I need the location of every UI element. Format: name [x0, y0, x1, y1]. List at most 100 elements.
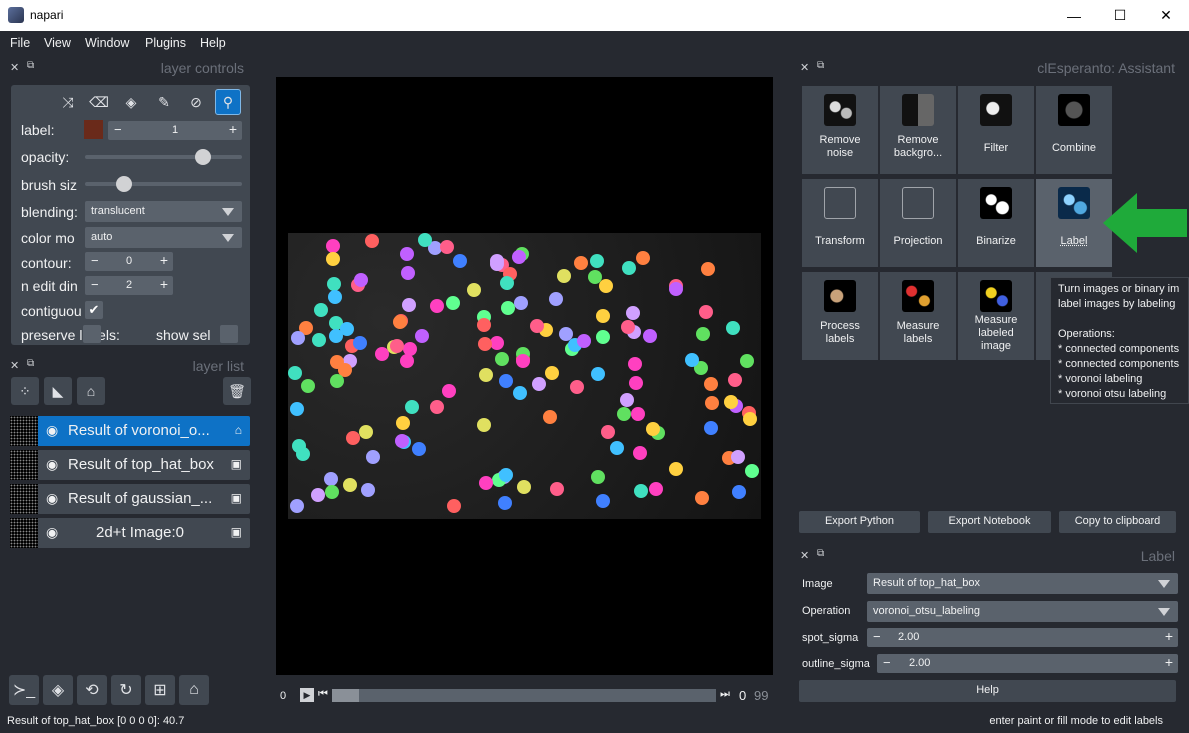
export-python-button[interactable]: Export Python	[799, 511, 920, 533]
close-dock-icon[interactable]: ✕	[800, 61, 809, 74]
layer-row-image[interactable]: ◉ 2d+t Image:0 ▣	[10, 518, 250, 548]
label-spot	[301, 379, 316, 394]
brush-size-slider[interactable]	[85, 176, 242, 192]
menu-plugins[interactable]: Plugins	[145, 36, 186, 50]
close-dock-icon[interactable]: ✕	[800, 549, 809, 562]
console-button[interactable]: ≻_	[9, 675, 39, 705]
new-points-layer-button[interactable]: ⁘	[11, 377, 39, 405]
brush-size-slider-handle[interactable]	[116, 176, 133, 192]
increment-icon[interactable]: +	[1165, 654, 1173, 670]
spot-sigma-spinbox[interactable]: − 2.00 +	[867, 628, 1178, 647]
contour-spinbox[interactable]: − 0 +	[85, 252, 173, 271]
eye-icon[interactable]: ◉	[46, 422, 58, 439]
new-labels-layer-button[interactable]: ⌂	[77, 377, 105, 405]
operation-select[interactable]: voronoi_otsu_labeling	[867, 601, 1178, 622]
close-dock-icon[interactable]: ✕	[10, 359, 19, 372]
increment-icon[interactable]: +	[1165, 628, 1173, 644]
roll-dims-button[interactable]: ⟲	[77, 675, 107, 705]
assistant-measure-labeled-image-button[interactable]: Measure labeled image	[958, 272, 1034, 360]
assistant-projection-button[interactable]: Projection	[880, 179, 956, 267]
float-dock-icon[interactable]: ⧉	[27, 60, 34, 71]
menu-view[interactable]: View	[44, 36, 71, 50]
preserve-labels-checkbox[interactable]	[83, 325, 101, 343]
eye-icon[interactable]: ◉	[46, 456, 58, 473]
assistant-binarize-button[interactable]: Binarize	[958, 179, 1034, 267]
pan-zoom-icon[interactable]: ⚲	[215, 89, 241, 115]
assistant-remove-backgro-button[interactable]: Remove backgro...	[880, 86, 956, 174]
new-shapes-layer-button[interactable]: ◣	[44, 377, 72, 405]
color-picker-icon[interactable]: ⊘	[183, 89, 209, 115]
layer-row-gaussian[interactable]: ◉ Result of gaussian_... ▣	[10, 484, 250, 514]
assistant-label-button[interactable]: Label	[1036, 179, 1112, 267]
assistant-button-label: Label	[1038, 235, 1110, 248]
opacity-slider[interactable]	[85, 149, 242, 165]
transpose-dims-button[interactable]: ↻	[111, 675, 141, 705]
menu-help[interactable]: Help	[200, 36, 226, 50]
grid-view-button[interactable]: ⊞	[145, 675, 175, 705]
image-select[interactable]: Result of top_hat_box	[867, 573, 1178, 594]
paint-brush-icon[interactable]: ✎	[151, 89, 177, 115]
toggle-ndisplay-button[interactable]: ◈	[43, 675, 73, 705]
close-dock-icon[interactable]: ✕	[10, 61, 19, 74]
float-dock-icon[interactable]: ⧉	[817, 60, 824, 71]
label-spot	[330, 354, 344, 369]
step-end-icon[interactable]: ⏭	[720, 688, 730, 701]
step-start-icon[interactable]: ⏮	[318, 688, 328, 701]
decrement-icon[interactable]: −	[873, 629, 881, 644]
frame-slider-handle[interactable]	[332, 689, 359, 702]
dock-title: layer list	[192, 358, 244, 374]
blending-select[interactable]: translucent	[85, 201, 242, 222]
contiguous-checkbox[interactable]: ✔	[85, 301, 103, 319]
layer-row-top-hat[interactable]: ◉ Result of top_hat_box ▣	[10, 450, 250, 480]
label-spinbox[interactable]: − 1 +	[108, 121, 242, 140]
delete-layer-button[interactable]: 🗑	[223, 377, 251, 405]
outline-sigma-spinbox[interactable]: − 2.00 +	[877, 654, 1178, 673]
spot-sigma-label: spot_sigma	[802, 632, 859, 644]
layer-row-voronoi[interactable]: ◉ Result of voronoi_o... ⌂	[10, 416, 250, 446]
close-button[interactable]: ✕	[1143, 0, 1189, 31]
assistant-process-labels-button[interactable]: Process labels	[802, 272, 878, 360]
opacity-slider-handle[interactable]	[194, 149, 211, 165]
eye-icon[interactable]: ◉	[46, 524, 58, 541]
assistant-measure-labels-button[interactable]: Measure labels	[880, 272, 956, 360]
assistant-combine-button[interactable]: Combine	[1036, 86, 1112, 174]
color-mode-select[interactable]: auto	[85, 227, 242, 248]
maximize-button[interactable]: ☐	[1097, 0, 1143, 31]
menu-window[interactable]: Window	[85, 36, 129, 50]
float-dock-icon[interactable]: ⧉	[817, 548, 824, 559]
label-spot	[478, 337, 493, 352]
assistant-filter-button[interactable]: Filter	[958, 86, 1034, 174]
home-button[interactable]: ⌂	[179, 675, 209, 705]
fill-bucket-icon[interactable]: ◈	[118, 89, 144, 115]
label-spot	[513, 385, 528, 400]
copy-to-clipboard-button[interactable]: Copy to clipboard	[1059, 511, 1176, 533]
assistant-transform-button[interactable]: Transform	[802, 179, 878, 267]
assistant-button-icon	[980, 280, 1012, 312]
shuffle-colors-icon[interactable]: ⤨	[55, 89, 81, 115]
increment-icon[interactable]: +	[160, 276, 168, 292]
export-notebook-button[interactable]: Export Notebook	[928, 511, 1051, 533]
labels-image[interactable]	[288, 233, 761, 519]
label-spot	[513, 295, 528, 310]
increment-icon[interactable]: +	[160, 252, 168, 268]
float-dock-icon[interactable]: ⧉	[27, 358, 34, 369]
eraser-icon[interactable]: ⌫	[86, 89, 112, 115]
assistant-remove-noise-button[interactable]: Remove noise	[802, 86, 878, 174]
minimize-button[interactable]: —	[1051, 0, 1097, 31]
menu-file[interactable]: File	[10, 36, 30, 50]
increment-icon[interactable]: +	[229, 121, 237, 137]
decrement-icon[interactable]: −	[883, 655, 891, 670]
green-arrow-icon	[1103, 193, 1187, 253]
label-spot	[289, 401, 304, 416]
label-spot	[742, 412, 757, 427]
eye-icon[interactable]: ◉	[46, 490, 58, 507]
help-button[interactable]: Help	[799, 680, 1176, 702]
n-edit-dim-spinbox[interactable]: − 2 +	[85, 276, 173, 295]
n-edit-dim-label: n edit din	[21, 278, 78, 294]
show-selected-checkbox[interactable]	[220, 325, 238, 343]
label-spot	[310, 488, 325, 503]
label-spot	[695, 490, 710, 505]
frame-slider[interactable]	[332, 689, 716, 702]
play-button[interactable]: ▶	[300, 688, 314, 702]
label-spot	[339, 322, 354, 337]
